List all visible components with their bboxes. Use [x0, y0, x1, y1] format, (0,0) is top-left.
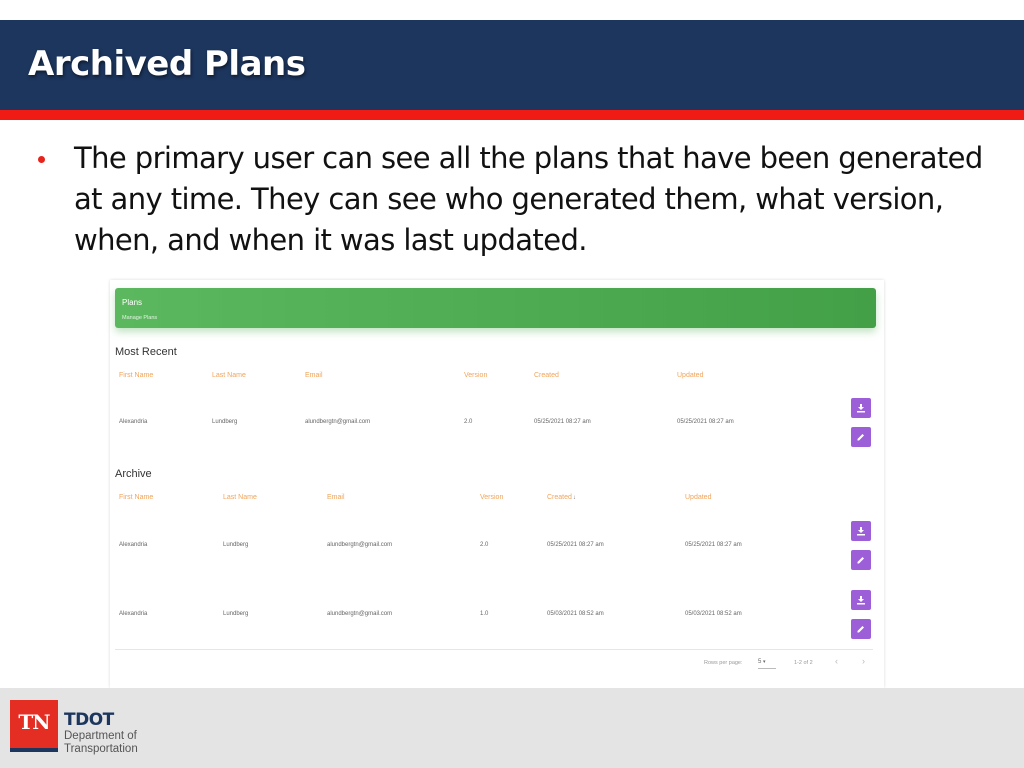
tn-logo: TN	[10, 700, 58, 748]
archive-title: Archive	[115, 468, 152, 480]
plans-card-header: Plans Manage Plans	[115, 288, 876, 328]
department-line-1: Department of	[64, 730, 137, 742]
pencil-icon	[857, 434, 864, 441]
department-line-2: Transportation	[64, 743, 138, 755]
cell-version: 2.0	[480, 542, 489, 548]
cell-version: 2.0	[464, 419, 473, 425]
prev-page-button[interactable]: ‹	[835, 656, 838, 666]
cell-email: alundbergtn@gmail.com	[305, 419, 371, 425]
plans-app-screenshot: Plans Manage Plans Most Recent First Nam…	[110, 280, 884, 688]
bullet-text: The primary user can see all the plans t…	[74, 141, 983, 257]
rows-per-page-label: Rows per page:	[704, 660, 743, 666]
cell-created: 05/25/2021 08:27 am	[547, 542, 604, 548]
archive-col-last-name[interactable]: Last Name	[223, 494, 257, 501]
cell-last-name: Lundberg	[223, 542, 249, 548]
col-email[interactable]: Email	[305, 372, 323, 379]
rows-per-page-select[interactable]: 5 ▾	[758, 659, 776, 669]
edit-button[interactable]	[851, 619, 871, 639]
chevron-down-icon: ▾	[763, 659, 766, 665]
cell-last-name: Lundberg	[223, 611, 249, 617]
col-created[interactable]: Created	[534, 372, 559, 379]
pencil-icon	[857, 557, 864, 564]
tn-logo-text: TN	[18, 710, 50, 734]
col-updated[interactable]: Updated	[677, 372, 703, 379]
archive-col-version[interactable]: Version	[480, 494, 503, 501]
download-icon	[857, 596, 865, 605]
cell-updated: 05/03/2021 08:52 am	[685, 611, 742, 617]
slide-footer: TN TDOT Department of Transportation	[0, 688, 1024, 768]
col-last-name[interactable]: Last Name	[212, 372, 246, 379]
tdot-wordmark: TDOT	[64, 710, 114, 730]
tn-logo-underline	[10, 748, 58, 752]
pagination-range: 1-2 of 2	[794, 660, 813, 666]
slide-title: Archived Plans	[28, 44, 306, 84]
table-divider	[115, 649, 873, 650]
cell-last-name: Lundberg	[212, 419, 238, 425]
cell-first-name: Alexandria	[119, 611, 148, 617]
archive-col-created[interactable]: Created↓	[547, 494, 576, 501]
next-page-button[interactable]: ›	[862, 656, 865, 666]
cell-updated: 05/25/2021 08:27 am	[677, 419, 734, 425]
archive-col-updated[interactable]: Updated	[685, 494, 711, 501]
sort-down-icon: ↓	[572, 495, 576, 501]
archive-col-email[interactable]: Email	[327, 494, 345, 501]
cell-email: alundbergtn@gmail.com	[327, 611, 393, 617]
department-name: Department of Transportation	[64, 730, 138, 756]
most-recent-title: Most Recent	[115, 346, 177, 358]
download-icon	[857, 527, 865, 536]
plans-header-subtitle: Manage Plans	[122, 315, 158, 321]
title-underline	[0, 110, 1024, 120]
download-icon	[857, 404, 865, 413]
col-version[interactable]: Version	[464, 372, 487, 379]
plans-header-title: Plans	[122, 298, 143, 307]
rows-per-page-value: 5	[758, 659, 762, 665]
cell-first-name: Alexandria	[119, 419, 148, 425]
pencil-icon	[857, 626, 864, 633]
cell-version: 1.0	[480, 611, 489, 617]
slide-title-bar: Archived Plans	[0, 20, 1024, 110]
cell-created: 05/25/2021 08:27 am	[534, 419, 591, 425]
archive-col-created-label: Created	[547, 494, 572, 501]
edit-button[interactable]	[851, 550, 871, 570]
cell-updated: 05/25/2021 08:27 am	[685, 542, 742, 548]
download-button[interactable]	[851, 521, 871, 541]
edit-button[interactable]	[851, 427, 871, 447]
archive-col-first-name[interactable]: First Name	[119, 494, 153, 501]
cell-email: alundbergtn@gmail.com	[327, 542, 393, 548]
download-button[interactable]	[851, 590, 871, 610]
download-button[interactable]	[851, 398, 871, 418]
cell-created: 05/03/2021 08:52 am	[547, 611, 604, 617]
bullet-icon	[38, 156, 45, 163]
cell-first-name: Alexandria	[119, 542, 148, 548]
col-first-name[interactable]: First Name	[119, 372, 153, 379]
